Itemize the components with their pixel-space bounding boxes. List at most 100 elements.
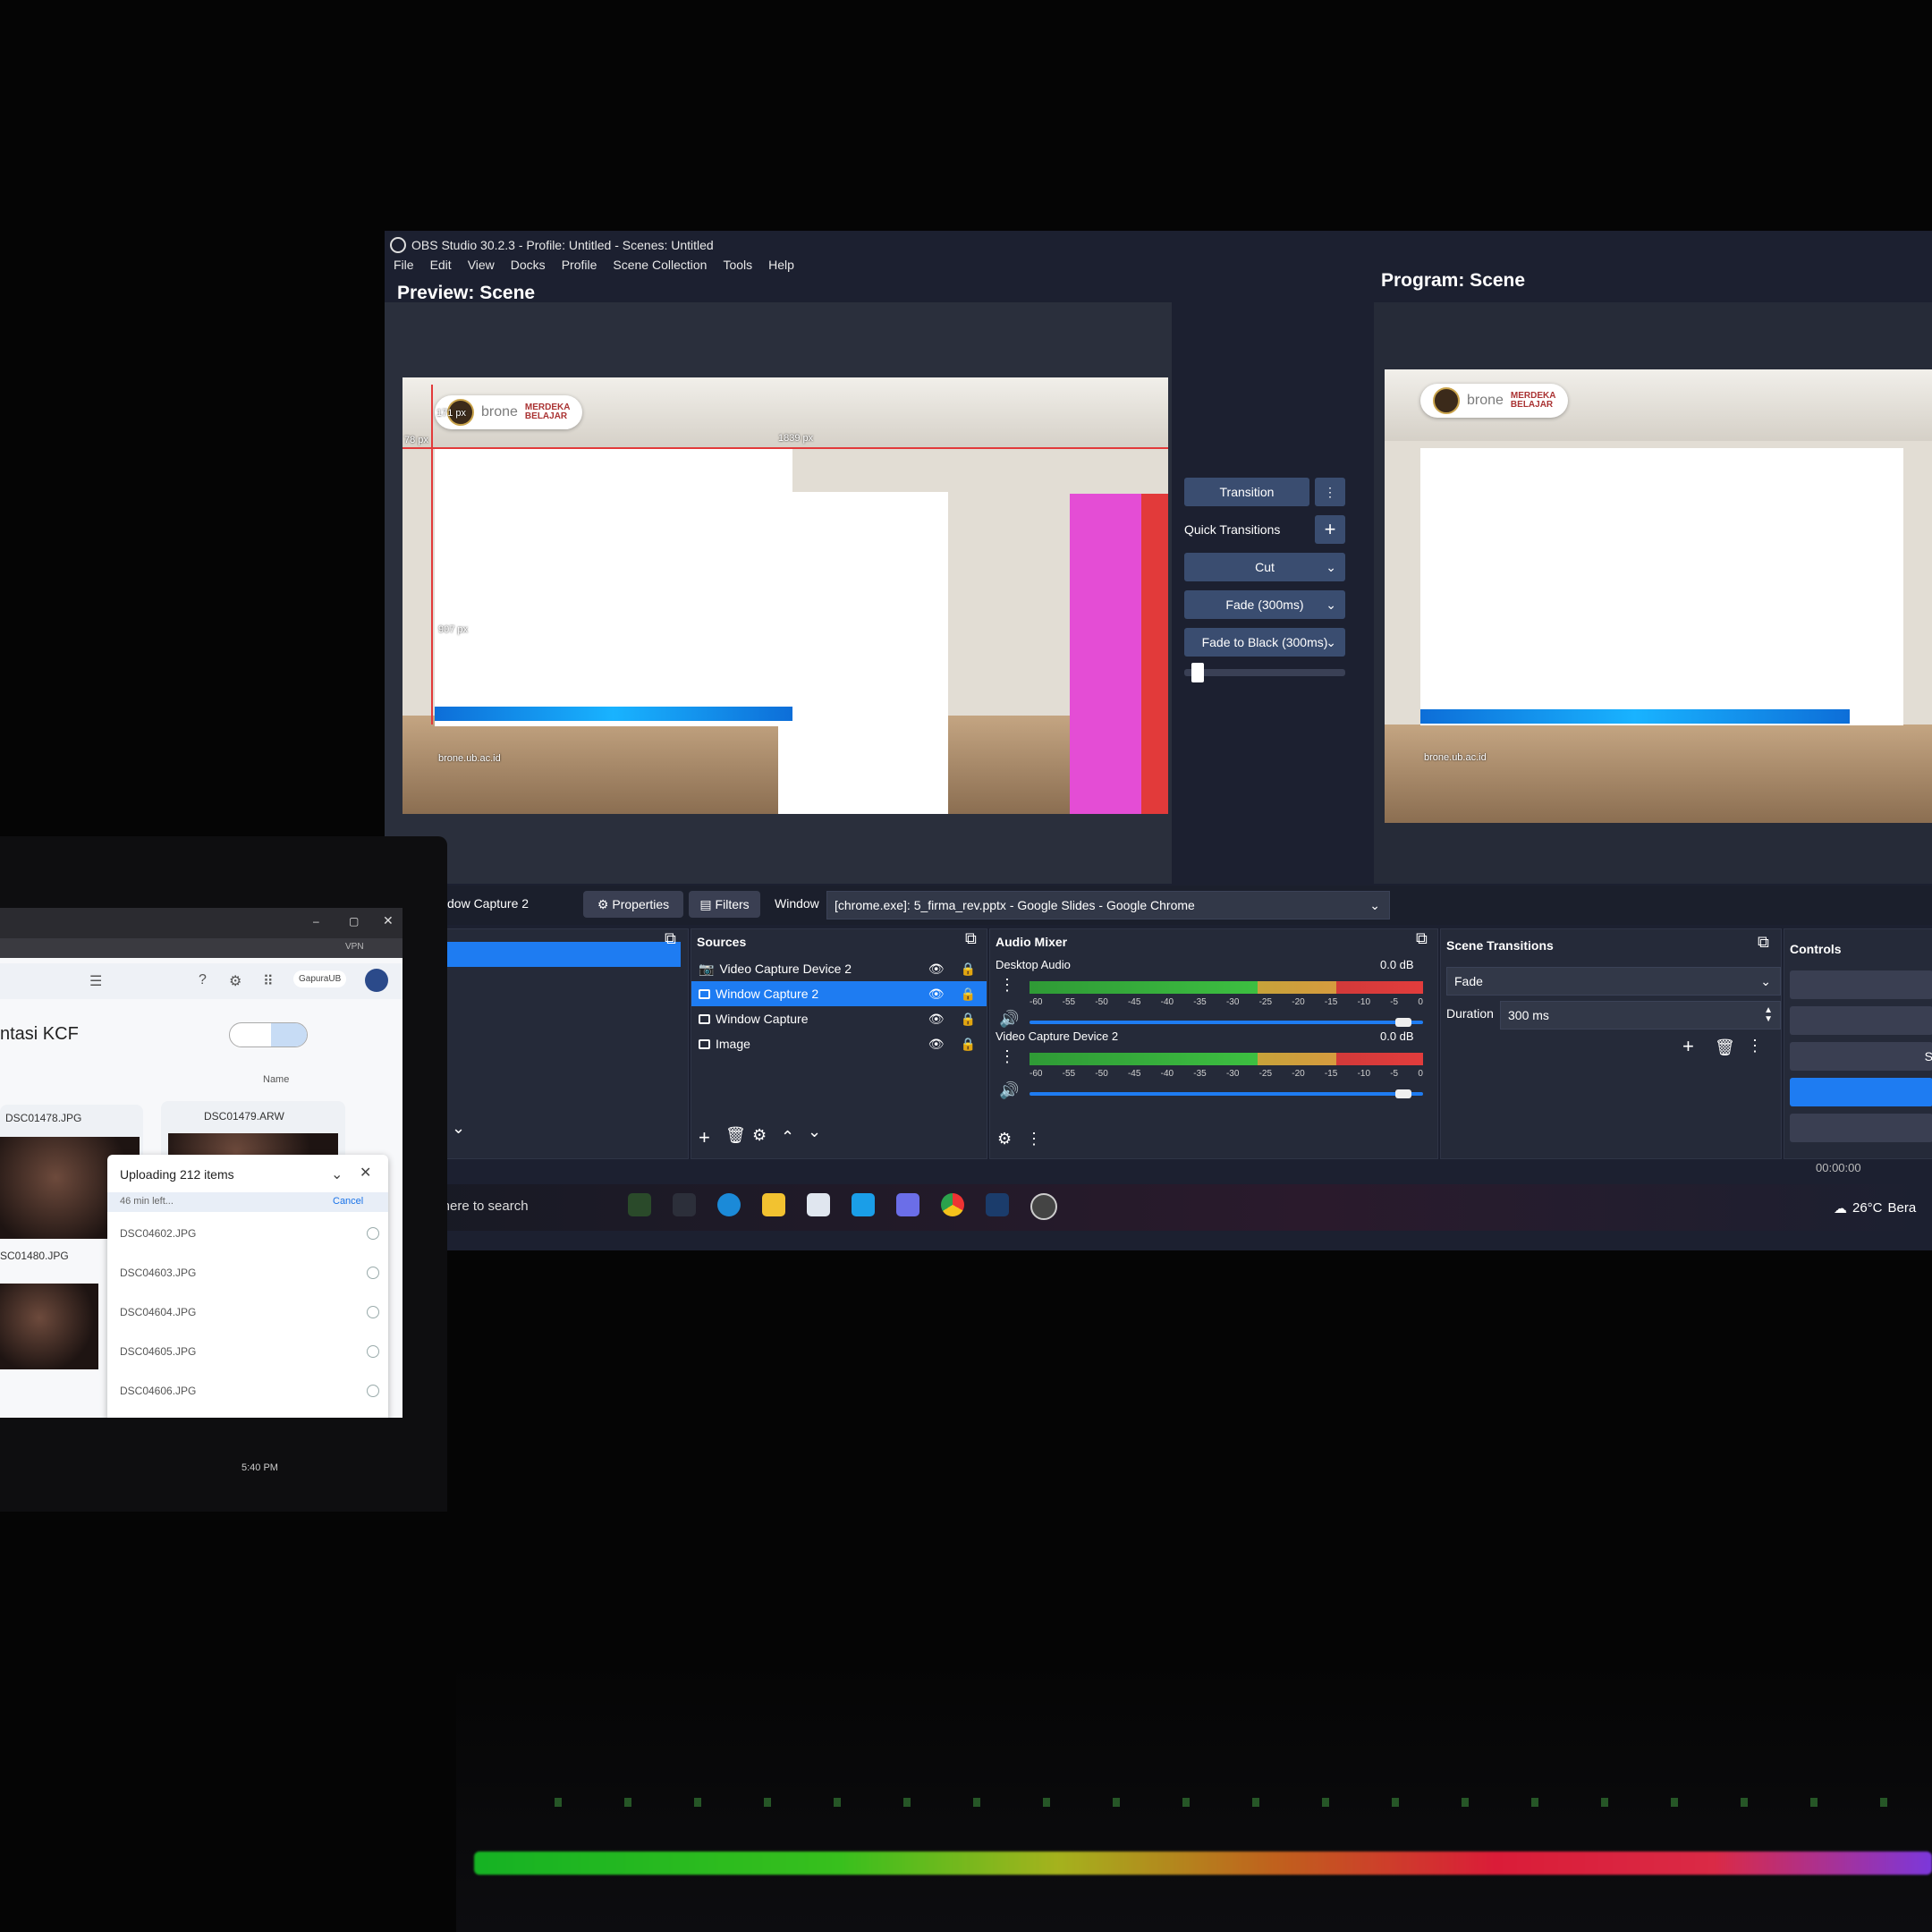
- transition-menu-button[interactable]: ⋮: [1315, 478, 1345, 506]
- remove-source-button[interactable]: 🗑: [725, 1126, 746, 1145]
- close-icon[interactable]: ✕: [360, 1164, 371, 1182]
- collapse-icon[interactable]: ⌄: [331, 1165, 343, 1183]
- chrome-icon[interactable]: [941, 1193, 964, 1216]
- window-select[interactable]: [chrome.exe]: 5_firma_rev.pptx - Google …: [826, 891, 1390, 919]
- t-bar-handle[interactable]: [1191, 663, 1205, 682]
- volume-slider[interactable]: [1030, 1018, 1423, 1027]
- start-virtual-camera-button[interactable]: S: [1790, 1042, 1932, 1071]
- quick-transition-fade[interactable]: Fade (300ms) ⌄: [1184, 590, 1345, 619]
- source-item-window-capture[interactable]: Window Capture 👁 🔒: [691, 1006, 987, 1031]
- mail-icon[interactable]: [852, 1193, 875, 1216]
- red-source: [1141, 494, 1168, 814]
- start-streaming-button[interactable]: [1790, 970, 1932, 999]
- source-move-down-button[interactable]: ⌄: [808, 1123, 821, 1141]
- move-down-icon[interactable]: ⌄: [452, 1119, 465, 1138]
- apps-grid-icon[interactable]: ⠿: [263, 972, 274, 990]
- menu-profile[interactable]: Profile: [562, 258, 597, 277]
- menu-view[interactable]: View: [468, 258, 495, 277]
- sort-name[interactable]: Name: [263, 1074, 289, 1085]
- advanced-audio-icon[interactable]: ⚙: [997, 1130, 1012, 1148]
- studio-mode-button[interactable]: [1790, 1078, 1932, 1106]
- close-icon[interactable]: ✕: [383, 913, 394, 928]
- program-title: Program: Scene: [1381, 270, 1526, 291]
- source-item-image[interactable]: Image 👁 🔒: [691, 1031, 987, 1056]
- weather-widget[interactable]: ☁ 26°C Bera: [1834, 1200, 1916, 1216]
- menu-help[interactable]: Help: [768, 258, 794, 277]
- menu-edit[interactable]: Edit: [430, 258, 452, 277]
- cancel-upload-link[interactable]: Cancel: [333, 1196, 363, 1207]
- undock-icon[interactable]: ⧉: [665, 929, 676, 948]
- gear-icon[interactable]: ⚙: [229, 972, 242, 990]
- transition-select[interactable]: Fade ⌄: [1446, 967, 1781, 996]
- minimize-icon[interactable]: –: [313, 915, 319, 928]
- duration-spinbox[interactable]: 300 ms ▲ ▼: [1500, 1001, 1781, 1030]
- volume-slider-handle[interactable]: [1395, 1089, 1412, 1098]
- source-item-window-capture-2[interactable]: Window Capture 2 👁 🔒: [691, 981, 987, 1006]
- visibility-eye-icon[interactable]: 👁: [928, 1012, 945, 1027]
- undock-icon[interactable]: ⧉: [965, 929, 977, 948]
- quick-transitions-label: Quick Transitions: [1184, 522, 1281, 537]
- view-toggle[interactable]: [229, 1022, 308, 1047]
- remove-transition-button[interactable]: 🗑: [1715, 1038, 1735, 1057]
- steam-icon[interactable]: [986, 1193, 1009, 1216]
- more-vertical-icon: ⋮: [1324, 484, 1336, 499]
- pending-circle-icon: [367, 1385, 379, 1397]
- app-icon[interactable]: [896, 1193, 919, 1216]
- speaker-icon[interactable]: 🔊: [999, 1081, 1019, 1100]
- avatar[interactable]: [365, 969, 388, 992]
- vpn-badge[interactable]: VPN: [345, 942, 364, 952]
- edge-icon[interactable]: [717, 1193, 741, 1216]
- volume-slider[interactable]: [1030, 1089, 1423, 1098]
- account-label[interactable]: GapuraUB: [293, 970, 347, 987]
- source-item-video-capture-device-2[interactable]: 📷 Video Capture Device 2 👁 🔒: [691, 956, 987, 981]
- channel-menu-icon[interactable]: ⋮: [999, 1047, 1015, 1066]
- start-recording-button[interactable]: [1790, 1006, 1932, 1035]
- spinner-arrows-icon[interactable]: ▲ ▼: [1764, 1006, 1773, 1024]
- maximize-icon[interactable]: ▢: [349, 915, 359, 928]
- channel-menu-icon[interactable]: ⋮: [999, 976, 1015, 995]
- quick-transition-fade-to-black[interactable]: Fade to Black (300ms) ⌄: [1184, 628, 1345, 657]
- preview-image[interactable]: brone MERDEKA BELAJAR 171 px 78 px 1839 p…: [402, 377, 1168, 814]
- transition-button[interactable]: Transition: [1184, 478, 1309, 506]
- window-title: OBS Studio 30.2.3 - Profile: Untitled - …: [411, 238, 714, 252]
- add-source-button[interactable]: +: [699, 1126, 710, 1149]
- menu-docks[interactable]: Docks: [511, 258, 546, 277]
- visibility-eye-icon[interactable]: 👁: [928, 987, 945, 1002]
- menu-tools[interactable]: Tools: [723, 258, 752, 277]
- filters-button[interactable]: ▤ Filters: [689, 891, 760, 918]
- source-move-up-button[interactable]: ⌃: [781, 1128, 794, 1147]
- obs-taskbar-icon[interactable]: [1030, 1193, 1057, 1220]
- visibility-eye-icon[interactable]: 👁: [928, 1037, 945, 1052]
- browser-titlebar: – ▢ ✕: [0, 908, 402, 938]
- file-explorer-icon[interactable]: [762, 1193, 785, 1216]
- lock-icon[interactable]: 🔒: [961, 962, 976, 977]
- scene-transitions-title: Scene Transitions: [1446, 938, 1554, 953]
- undock-icon[interactable]: ⧉: [1416, 929, 1428, 948]
- gear-icon: ⚙: [597, 896, 609, 911]
- menu-scene-collection[interactable]: Scene Collection: [613, 258, 707, 277]
- add-quick-transition-button[interactable]: +: [1315, 515, 1345, 544]
- store-icon[interactable]: [807, 1193, 830, 1216]
- visibility-eye-icon[interactable]: 👁: [928, 962, 945, 977]
- add-transition-button[interactable]: +: [1682, 1035, 1694, 1058]
- quick-transition-cut[interactable]: Cut ⌄: [1184, 553, 1345, 581]
- transition-properties-button[interactable]: ⋮: [1747, 1037, 1763, 1055]
- help-icon[interactable]: ?: [199, 972, 207, 988]
- menu-file[interactable]: File: [394, 258, 414, 277]
- source-properties-button[interactable]: ⚙: [752, 1126, 767, 1145]
- settings-sliders-icon[interactable]: ☰: [89, 972, 102, 990]
- lock-icon[interactable]: 🔒: [961, 1012, 976, 1027]
- settings-button[interactable]: [1790, 1114, 1932, 1142]
- undock-icon[interactable]: ⧉: [1758, 933, 1769, 952]
- properties-button[interactable]: ⚙ Properties: [583, 891, 683, 918]
- speaker-icon[interactable]: 🔊: [999, 1010, 1019, 1029]
- folder-title[interactable]: ntasi KCF: [0, 1024, 79, 1045]
- volume-slider-handle[interactable]: [1395, 1018, 1412, 1027]
- lock-icon[interactable]: 🔒: [961, 987, 976, 1002]
- chevron-down-icon: ⌄: [1760, 973, 1771, 988]
- mixer-menu-icon[interactable]: ⋮: [1026, 1130, 1042, 1148]
- lock-icon[interactable]: 🔒: [961, 1037, 976, 1052]
- task-view-icon[interactable]: [673, 1193, 696, 1216]
- widgets-icon[interactable]: [628, 1193, 651, 1216]
- t-bar-slider[interactable]: [1184, 663, 1345, 682]
